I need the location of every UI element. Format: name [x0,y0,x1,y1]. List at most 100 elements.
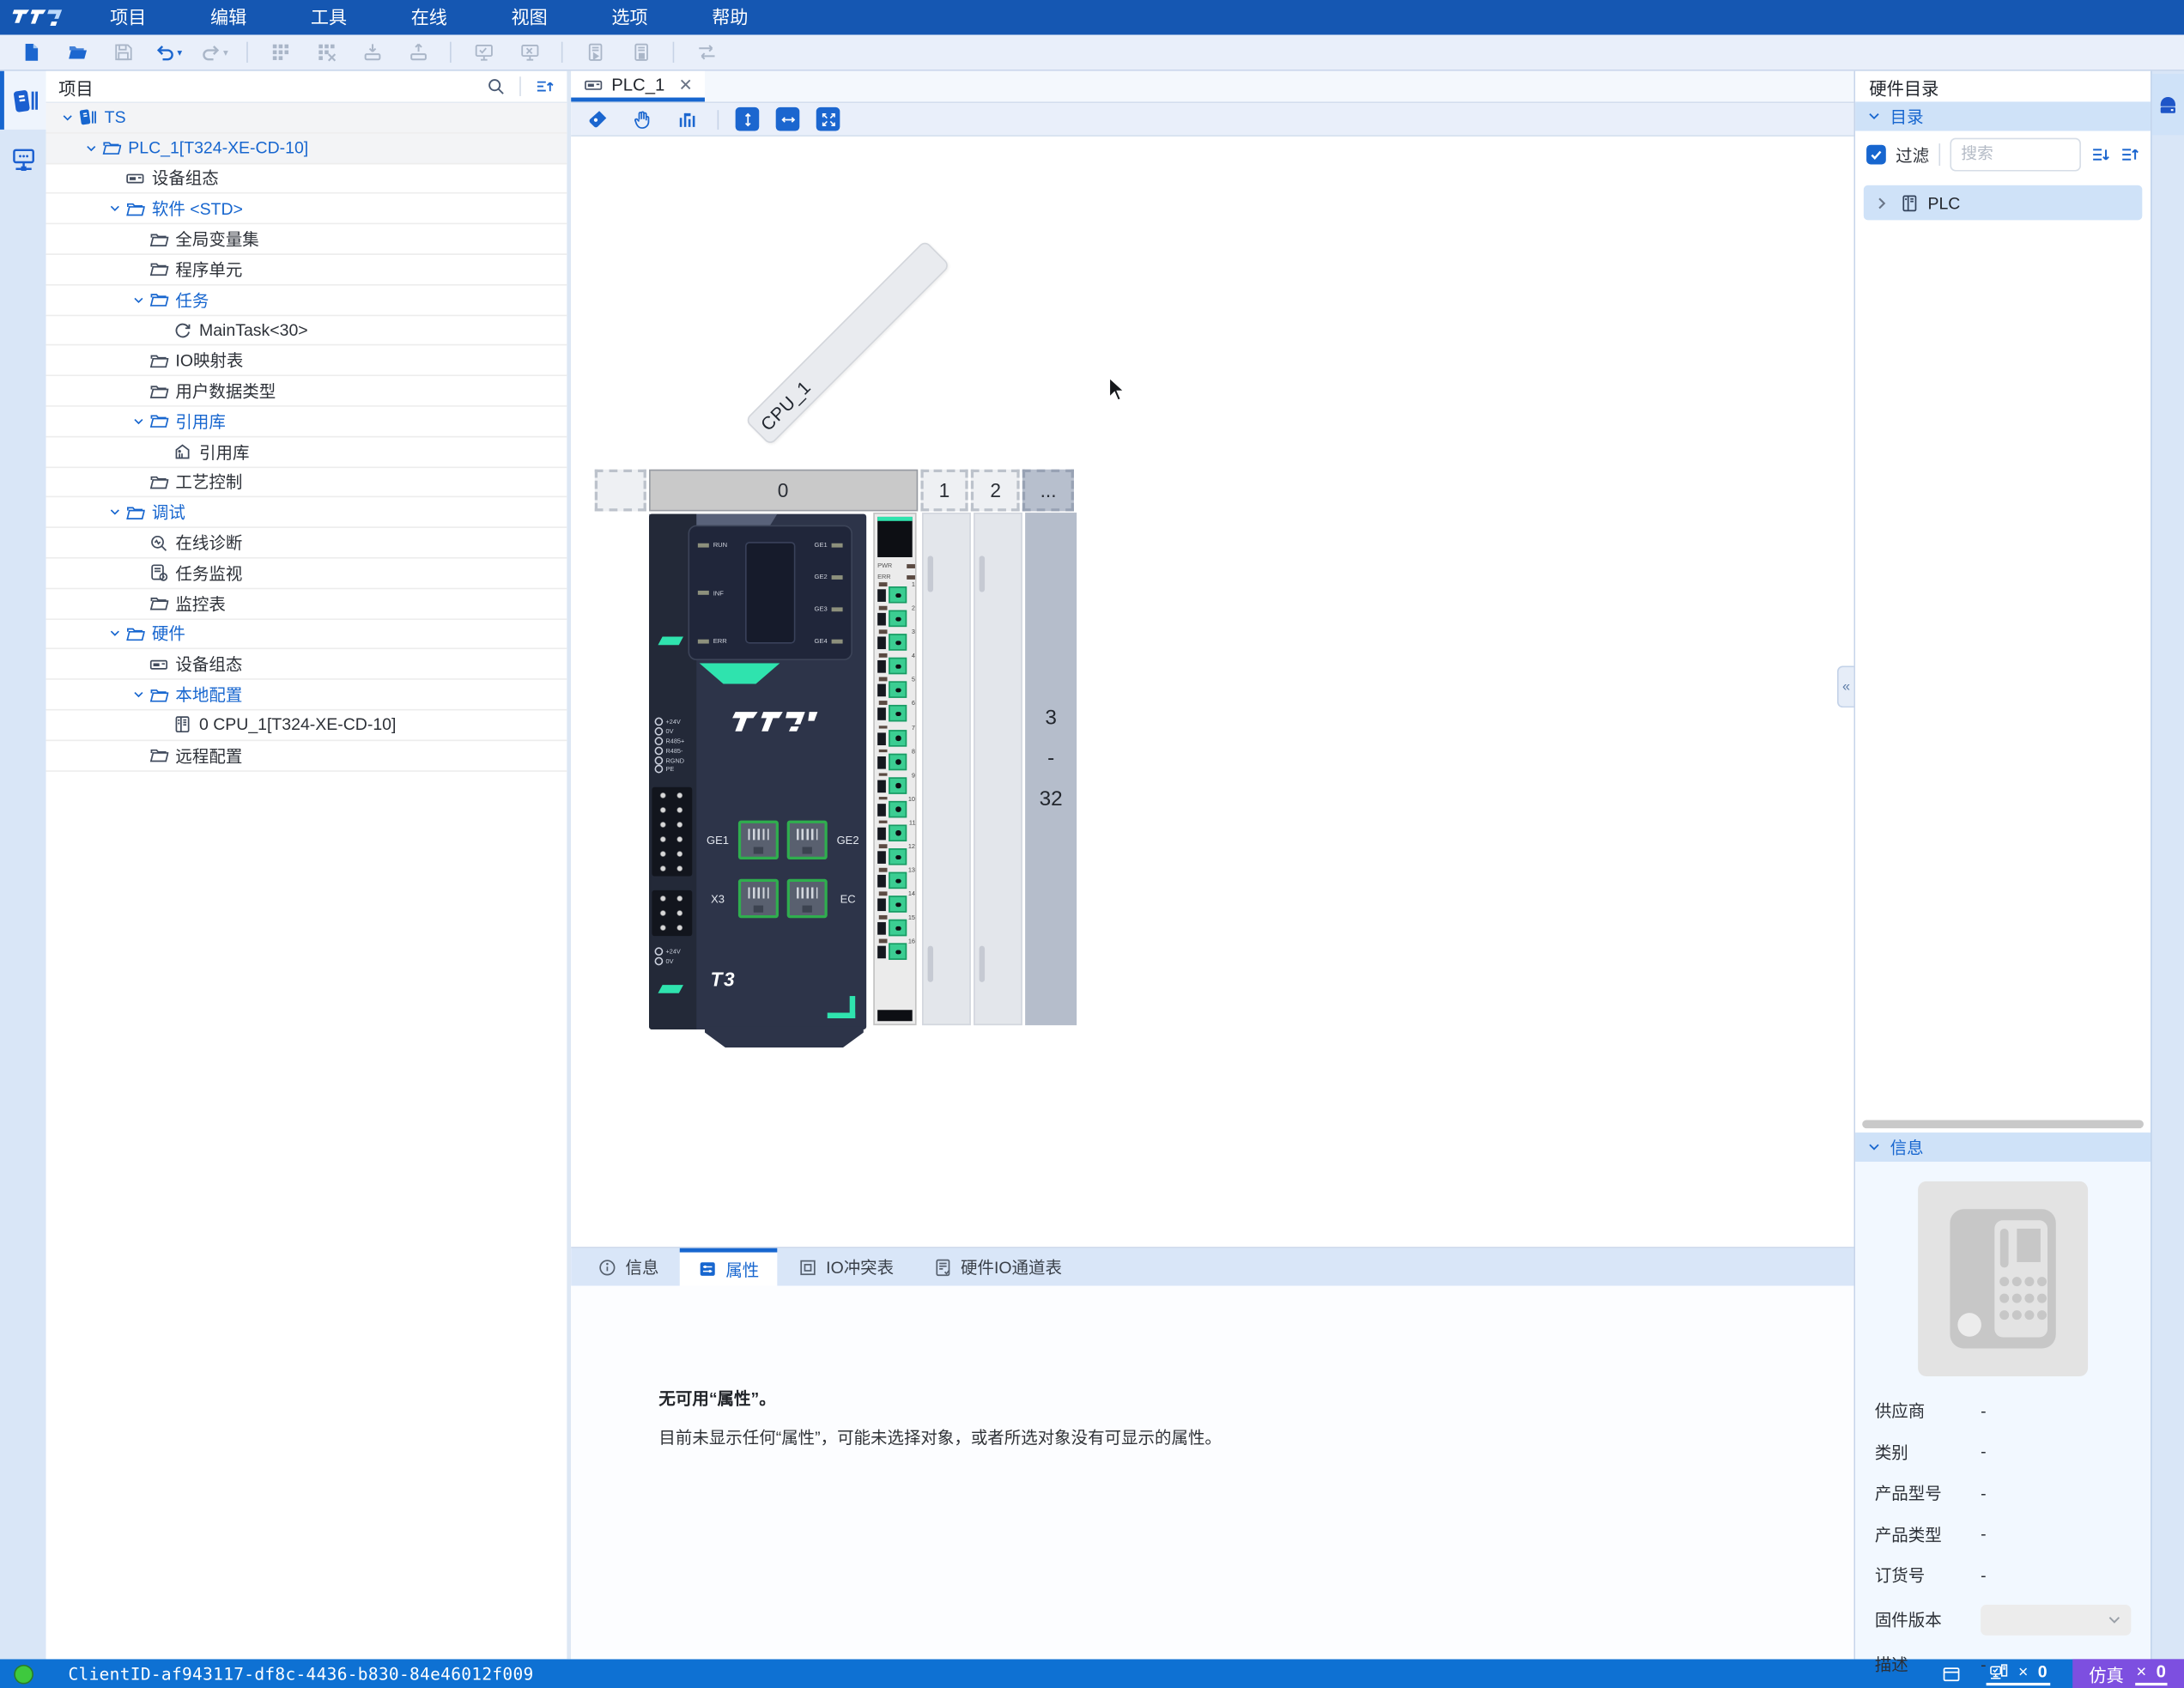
cpu-slot-flag[interactable]: CPU_1 [744,240,951,446]
menu-item-2[interactable]: 工具 [279,0,379,35]
undo-button[interactable]: ▾ [155,39,182,66]
tree-item-调试[interactable]: 调试 [46,498,567,529]
menu-item-5[interactable]: 选项 [579,0,680,35]
expander[interactable] [105,505,124,520]
stats-button[interactable] [673,105,701,132]
toolbar-separator [717,109,719,130]
tree-item-全局变量集[interactable]: 全局变量集 [46,225,567,255]
workspace: 项目 TS PLC_1[T324-XE-CD-10] 设备组态 软件 <STD> 全局变… [0,70,2184,1674]
tree-item-硬件[interactable]: 硬件 [46,619,567,650]
tree-item-PLC_1[T324-XE-CD-10][interactable]: PLC_1[T324-XE-CD-10] [46,133,567,164]
expander[interactable] [105,201,124,216]
expander[interactable] [128,687,148,702]
io-channel-8: 8 [875,748,915,773]
expander[interactable] [128,292,148,307]
open-project-button[interactable] [63,39,90,66]
bottom-tab-IO冲突表[interactable]: IO冲突表 [780,1248,913,1286]
bottom-tab-硬件IO通道表[interactable]: 硬件IO通道表 [914,1248,1080,1286]
monitor-offline-button[interactable] [515,39,543,66]
device-counter[interactable]: × 0 [1986,1662,2050,1686]
menu-item-1[interactable]: 编辑 [179,0,279,35]
redo-button[interactable]: ▾ [201,39,228,66]
rack-slot-header-1[interactable]: 1 [919,469,969,512]
tree-item-设备组态[interactable]: 设备组态 [46,164,567,195]
tree-item-IO映射表[interactable]: IO映射表 [46,346,567,377]
fit-screen-button[interactable] [816,106,840,131]
tree-item-监控表[interactable]: 监控表 [46,589,567,620]
menu-item-4[interactable]: 视图 [479,0,579,35]
tree-item-MainTask<30>[interactable]: MainTask<30> [46,316,567,346]
horizontal-scrollbar[interactable] [1862,1120,2144,1129]
chevron-right-icon[interactable] [1872,193,1892,213]
simulation-label: 仿真 [2089,1666,2124,1686]
collapse-all-icon[interactable] [2120,142,2139,167]
bottom-tab-属性[interactable]: 属性 [679,1248,778,1286]
rack-slot-header-...[interactable]: ... [1022,469,1074,512]
device-stop-button[interactable] [627,39,654,66]
tree-item-工艺控制[interactable]: 工艺控制 [46,467,567,498]
firmware-version-select[interactable] [1981,1604,2132,1635]
compile-clear-button[interactable] [312,39,339,66]
bottom-tab-信息[interactable]: 信息 [579,1248,677,1286]
tree-item-设备组态[interactable]: 设备组态 [46,650,567,680]
hardware-canvas[interactable]: CPU_1 0 1 2... +24V 0V R485+ R485- RGND PE [571,137,1854,1248]
search-icon[interactable] [486,76,506,97]
compare-button[interactable] [692,39,719,66]
tree-item-任务监视[interactable]: 任务监视 [46,559,567,589]
activity-project-view[interactable] [0,70,46,130]
expand-all-icon[interactable] [2090,142,2110,167]
expander[interactable] [105,626,124,641]
search-input[interactable] [1950,137,2081,172]
device-run-button[interactable] [581,39,609,66]
pan-button[interactable] [628,105,656,132]
collapse-panel-handle[interactable]: « [1837,665,1854,708]
menu-item-6[interactable]: 帮助 [680,0,780,35]
empty-slot-1[interactable] [922,513,971,1026]
tree-item-程序单元[interactable]: 程序单元 [46,255,567,286]
activity-network-view[interactable] [0,130,46,188]
compile-button[interactable] [266,39,294,66]
tree-item-在线诊断[interactable]: 在线诊断 [46,528,567,559]
tree-item-软件 <STD>[interactable]: 软件 <STD> [46,194,567,225]
expander[interactable] [81,140,100,155]
tree-item-引用库[interactable]: 引用库 [46,437,567,468]
download-button[interactable] [358,39,385,66]
rj45-port [737,878,779,919]
expander[interactable] [58,110,77,125]
led-label: INF [713,589,724,597]
tree-item-用户数据类型[interactable]: 用户数据类型 [46,376,567,407]
tab-plc-1[interactable]: PLC_1 ✕ [571,70,706,102]
upload-button[interactable] [404,39,432,66]
collapse-tree-icon[interactable] [535,76,555,97]
menu-item-3[interactable]: 在线 [379,0,479,35]
rack-slot-header-0[interactable]: 0 [648,469,918,512]
empty-slot-2[interactable] [974,513,1022,1026]
cpu-module[interactable]: +24V 0V R485+ R485- RGND PE +24V 0V RUN INF ERR … [649,513,867,1048]
tree-item-任务[interactable]: 任务 [46,285,567,316]
slot-range-column[interactable]: 3 - 32 [1025,513,1077,1026]
expander[interactable] [128,414,148,429]
catalog-item-PLC[interactable]: PLC [1863,185,2143,221]
tree-item-远程配置[interactable]: 远程配置 [46,741,567,772]
fit-width-button[interactable] [775,106,800,131]
tag-button[interactable] [584,105,611,132]
simulation-status[interactable]: 仿真 × 0 [2072,1659,2184,1688]
tree-item-本地配置[interactable]: 本地配置 [46,680,567,711]
io-terminal-strip[interactable]: PWR ERR 1 2 3 4 5 6 7 8 9 10 11 12 13 14 15 16 [873,513,917,1026]
rack-slot-header-blank[interactable] [594,469,646,512]
fit-height-button[interactable] [735,106,760,131]
rack-slot-header-2[interactable]: 2 [971,469,1020,512]
tree-item-0 CPU_1[T324-XE-CD-10][interactable]: 0 CPU_1[T324-XE-CD-10] [46,710,567,741]
new-file-button[interactable] [16,39,44,66]
window-layout-icon[interactable] [1942,1664,1962,1684]
filter-checkbox[interactable] [1866,144,1886,165]
info-section-bar[interactable]: 信息 [1855,1132,2151,1163]
catalog-section-bar[interactable]: 目录 [1855,101,2151,131]
tree-item-TS[interactable]: TS [46,103,567,134]
tree-item-引用库[interactable]: 引用库 [46,407,567,438]
monitor-online-button[interactable] [470,39,497,66]
close-icon[interactable]: ✕ [679,75,693,94]
menu-item-0[interactable]: 项目 [78,0,179,35]
save-button[interactable] [109,39,136,66]
hardware-catalog-dock-tab[interactable] [2151,73,2184,136]
